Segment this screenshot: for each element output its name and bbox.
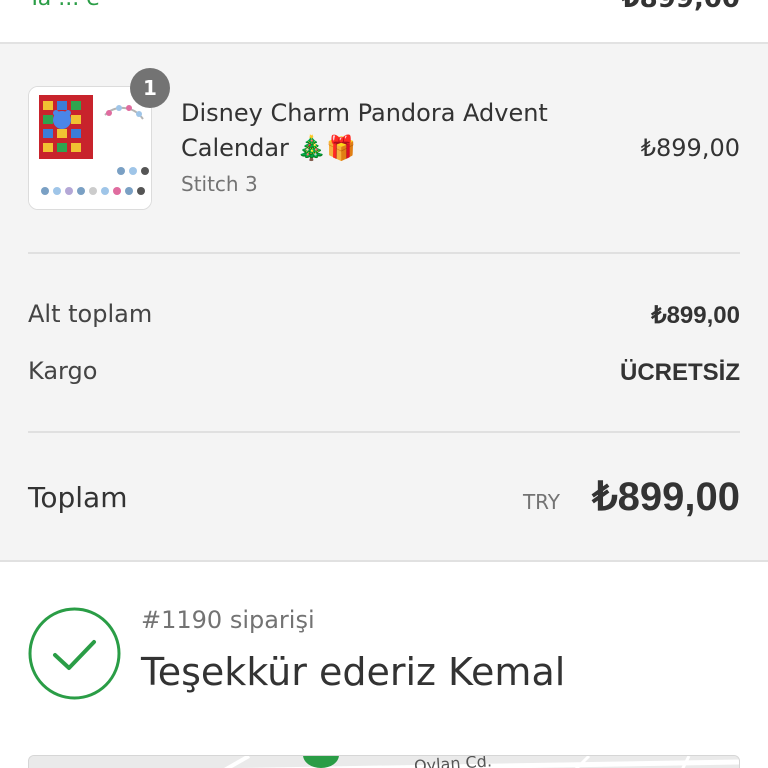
divider xyxy=(28,431,740,433)
product-price: ₺899,00 xyxy=(640,134,740,162)
shipping-label: Kargo xyxy=(28,357,98,385)
product-name: Disney Charm Pandora Advent Calendar 🎄🎁 xyxy=(181,99,548,162)
subtotal-label: Alt toplam xyxy=(28,300,153,328)
top-bar-amount: ₺899,00 xyxy=(622,0,740,14)
checkmark-circle-icon xyxy=(28,607,121,700)
product-thumbnail-wrapper xyxy=(28,86,152,210)
delivery-map[interactable]: Oylan Cd. xyxy=(28,755,740,768)
product-thumbnail xyxy=(28,86,152,210)
total-value: ₺899,00 xyxy=(592,475,740,519)
quantity-badge: 1 xyxy=(130,68,170,108)
top-bar: Ta ... e ₺899,00 xyxy=(0,0,768,44)
product-variant: Stitch 3 xyxy=(181,172,258,196)
map-roads xyxy=(29,756,739,768)
top-bar-link[interactable]: Ta ... e xyxy=(28,0,100,11)
divider xyxy=(28,252,740,254)
currency-code: TRY xyxy=(522,490,560,514)
advent-calendar-image xyxy=(29,87,151,209)
order-number: #1190 siparişi xyxy=(141,606,315,634)
total-label: Toplam xyxy=(28,481,128,514)
map-street-label: Oylan Cd. xyxy=(413,755,493,768)
shipping-value: ÜCRETSİZ xyxy=(620,359,740,386)
thank-you-heading: Teşekkür ederiz Kemal xyxy=(141,650,566,694)
subtotal-value: ₺899,00 xyxy=(651,302,740,329)
